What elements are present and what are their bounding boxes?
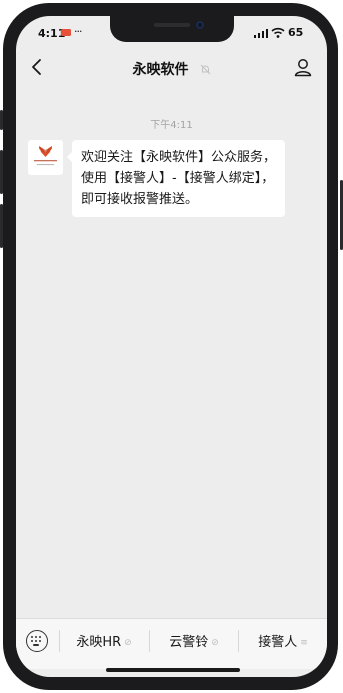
volume-down-button — [0, 204, 3, 248]
chat-title: 永映软件 — [132, 62, 189, 78]
menu-item-hr[interactable]: 永映HR ⊘ — [60, 631, 148, 655]
list-icon: ≡ — [300, 638, 308, 648]
bell-muted-icon — [200, 64, 210, 75]
camera-notch — [110, 16, 234, 42]
link-icon: ⊘ — [124, 638, 132, 648]
speaker-grille — [154, 23, 190, 27]
link-icon: ⊘ — [211, 638, 219, 648]
more-notifications-indicator: ··· — [74, 25, 82, 38]
message-timestamp: 下午4:11 — [150, 120, 193, 131]
company-logo — [34, 146, 57, 166]
message-bubble[interactable]: 欢迎关注【永映软件】公众服务，使用【接警人】-【接警人绑定】，即可接收报警推送。 — [67, 140, 285, 217]
chat-header: 永映软件 — [16, 50, 327, 86]
person-icon[interactable] — [293, 57, 313, 77]
avatar[interactable] — [28, 140, 63, 175]
chat-title-area: 永映软件 — [16, 59, 327, 79]
menu-item-cloud-alarm[interactable]: 云警铃 ⊘ — [150, 631, 238, 655]
mute-switch — [0, 110, 3, 130]
home-indicator[interactable] — [106, 668, 240, 672]
menu-item-label: 接警人 — [258, 635, 298, 650]
menu-item-receiver[interactable]: 接警人 ≡ — [239, 631, 327, 655]
service-menu-bar: 永映HR ⊘ 云警铃 ⊘ 接警人 ≡ — [16, 618, 327, 669]
app-notification-icon — [61, 29, 71, 36]
signal-icon — [254, 29, 268, 38]
wifi-icon — [271, 27, 285, 38]
battery-level: 65 — [288, 26, 304, 39]
front-camera — [196, 21, 204, 29]
menu-item-label: 永映HR — [76, 635, 122, 650]
menu-item-label: 云警铃 — [169, 635, 209, 650]
volume-up-button — [0, 150, 3, 194]
keyboard-icon[interactable] — [26, 630, 48, 652]
app-screen: 4:11 ··· 65 永映软件 下午4:11 欢迎关注【永映软件】公众服务，使… — [16, 16, 327, 677]
